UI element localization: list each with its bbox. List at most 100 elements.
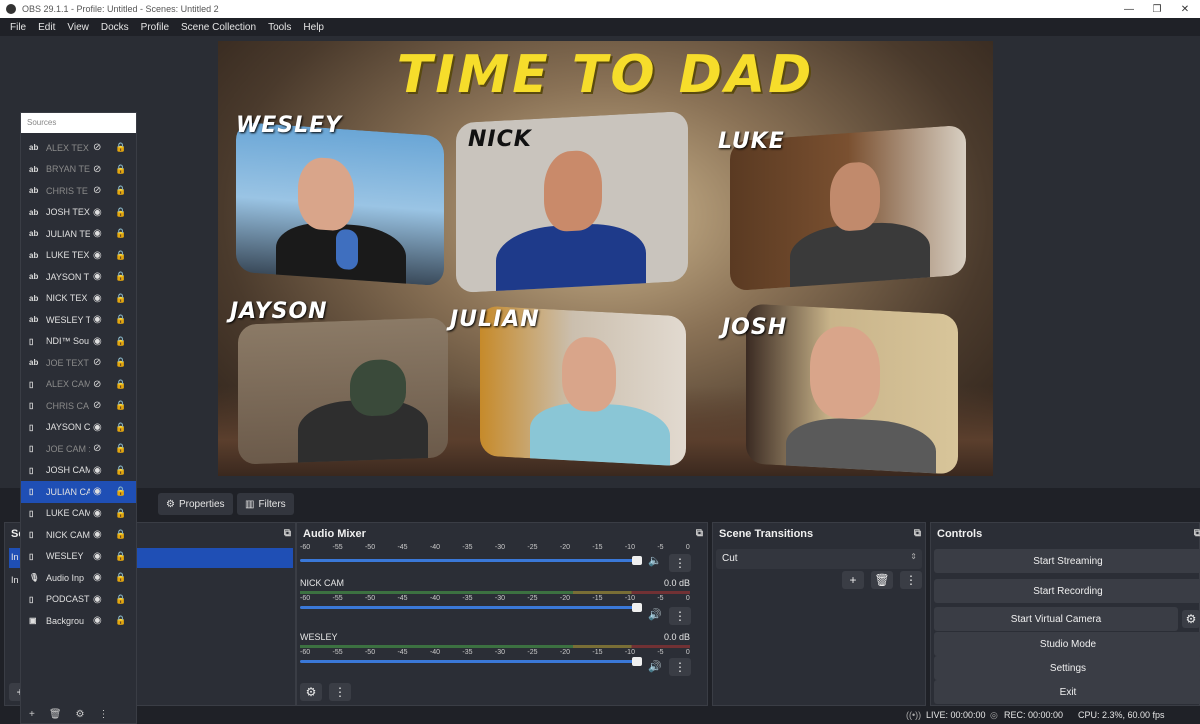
lock-icon[interactable]: 🔒 xyxy=(115,271,126,282)
lock-icon[interactable]: 🔒 xyxy=(115,529,126,540)
speaker-icon[interactable]: 🔊 xyxy=(648,660,662,673)
source-item[interactable]: ▯ WESLEY ◉ 🔒 xyxy=(21,546,136,568)
lock-icon[interactable]: 🔒 xyxy=(115,357,126,368)
speaker-muted-icon[interactable]: 🔈 xyxy=(648,554,662,567)
eye-hidden-icon[interactable]: ⊘ xyxy=(93,400,101,411)
source-item[interactable]: ▯ NICK CAM ◉ 🔒 xyxy=(21,524,136,546)
lock-icon[interactable]: 🔒 xyxy=(115,250,126,261)
trash-icon[interactable]: 🗑 xyxy=(871,571,893,589)
source-item[interactable]: ab JAYSON T ◉ 🔒 xyxy=(21,266,136,288)
lock-icon[interactable]: 🔒 xyxy=(115,142,126,153)
start-streaming-button[interactable]: Start Streaming xyxy=(934,549,1200,573)
track-menu-icon[interactable]: ⋮ xyxy=(669,607,691,625)
source-item[interactable]: ▯ JAYSON C ◉ 🔒 xyxy=(21,417,136,439)
source-item[interactable]: ▯ JOSH CAM ◉ 🔒 xyxy=(21,460,136,482)
add-transition-icon[interactable]: + xyxy=(842,571,864,589)
track-menu-icon[interactable]: ⋮ xyxy=(669,658,691,676)
lock-icon[interactable]: 🔒 xyxy=(115,336,126,347)
eye-icon[interactable]: ◉ xyxy=(93,551,102,562)
volume-slider-knob[interactable] xyxy=(632,556,642,565)
lock-icon[interactable]: 🔒 xyxy=(115,572,126,583)
mixer-settings-icon[interactable]: ⚙ xyxy=(300,683,322,701)
popout-icon[interactable]: ⧉ xyxy=(284,528,291,539)
lock-icon[interactable]: 🔒 xyxy=(115,615,126,626)
source-item[interactable]: ab WESLEY T ◉ 🔒 xyxy=(21,309,136,331)
menu-docks[interactable]: Docks xyxy=(101,22,129,33)
lock-icon[interactable]: 🔒 xyxy=(115,400,126,411)
start-virtual-camera-button[interactable]: Start Virtual Camera xyxy=(934,607,1178,631)
popout-icon[interactable]: ⧉ xyxy=(696,528,703,539)
eye-icon[interactable]: ◉ xyxy=(93,228,102,239)
virtual-camera-settings-icon[interactable]: ⚙ xyxy=(1182,610,1200,628)
gear-icon[interactable]: ⚙ xyxy=(76,709,85,720)
settings-button[interactable]: Settings xyxy=(934,656,1200,680)
lock-icon[interactable]: 🔒 xyxy=(115,486,126,497)
menu-view[interactable]: View xyxy=(67,22,89,33)
popout-icon[interactable]: ⧉ xyxy=(914,528,921,539)
eye-hidden-icon[interactable]: ⊘ xyxy=(93,379,101,390)
eye-icon[interactable]: ◉ xyxy=(93,486,102,497)
eye-icon[interactable]: ◉ xyxy=(93,207,102,218)
program-preview[interactable]: TIME TO DAD WESLEY NICK LUKE JAYSON JULI… xyxy=(218,41,993,476)
popout-icon[interactable]: ⧉ xyxy=(1194,528,1200,539)
studio-mode-button[interactable]: Studio Mode xyxy=(934,632,1200,656)
eye-hidden-icon[interactable]: ⊘ xyxy=(93,164,101,175)
source-item[interactable]: ▣ Backgrou ◉ 🔒 xyxy=(21,610,136,632)
lock-icon[interactable]: 🔒 xyxy=(115,228,126,239)
source-item[interactable]: ab BRYAN TE ⊘ 🔒 xyxy=(21,159,136,181)
track-menu-icon[interactable]: ⋮ xyxy=(669,554,691,572)
speaker-icon[interactable]: 🔊 xyxy=(648,608,662,621)
lock-icon[interactable]: 🔒 xyxy=(115,164,126,175)
source-item[interactable]: ▯ JOE CAM : ⊘ 🔒 xyxy=(21,438,136,460)
eye-hidden-icon[interactable]: ⊘ xyxy=(93,142,101,153)
eye-hidden-icon[interactable]: ⊘ xyxy=(93,443,101,454)
menu-file[interactable]: File xyxy=(10,22,26,33)
lock-icon[interactable]: 🔒 xyxy=(115,207,126,218)
source-item[interactable]: ▯ CHRIS CA ⊘ 🔒 xyxy=(21,395,136,417)
lock-icon[interactable]: 🔒 xyxy=(115,508,126,519)
lock-icon[interactable]: 🔒 xyxy=(115,594,126,605)
exit-button[interactable]: Exit xyxy=(934,680,1200,704)
eye-icon[interactable]: ◉ xyxy=(93,271,102,282)
volume-slider[interactable] xyxy=(300,603,642,612)
source-item[interactable]: ▯ PODCAST ◉ 🔒 xyxy=(21,589,136,611)
source-item[interactable]: ▯ ALEX CAM ⊘ 🔒 xyxy=(21,374,136,396)
menu-edit[interactable]: Edit xyxy=(38,22,55,33)
eye-icon[interactable]: ◉ xyxy=(93,336,102,347)
lock-icon[interactable]: 🔒 xyxy=(115,443,126,454)
source-item[interactable]: 🎙 Audio Inp ◉ 🔒 xyxy=(21,567,136,589)
lock-icon[interactable]: 🔒 xyxy=(115,185,126,196)
menu-profile[interactable]: Profile xyxy=(141,22,169,33)
volume-slider-knob[interactable] xyxy=(632,603,642,612)
menu-tools[interactable]: Tools xyxy=(268,22,291,33)
source-item[interactable]: ab ALEX TEX ⊘ 🔒 xyxy=(21,137,136,159)
lock-icon[interactable]: 🔒 xyxy=(115,465,126,476)
source-item[interactable]: ab JOSH TEXT◉ 🔒 xyxy=(21,202,136,224)
eye-icon[interactable]: ◉ xyxy=(93,615,102,626)
source-item[interactable]: ab LUKE TEX ◉ 🔒 xyxy=(21,245,136,267)
lock-icon[interactable]: 🔒 xyxy=(115,422,126,433)
add-source-icon[interactable]: + xyxy=(29,709,35,720)
eye-icon[interactable]: ◉ xyxy=(93,293,102,304)
transition-menu-icon[interactable]: ⋮ xyxy=(900,571,922,589)
menu-scene-collection[interactable]: Scene Collection xyxy=(181,22,256,33)
eye-icon[interactable]: ◉ xyxy=(93,314,102,325)
source-item[interactable]: ab JOE TEXT ⊘ 🔒 xyxy=(21,352,136,374)
lock-icon[interactable]: 🔒 xyxy=(115,314,126,325)
volume-slider[interactable] xyxy=(300,556,642,565)
properties-button[interactable]: ⚙ Properties xyxy=(158,493,233,515)
eye-icon[interactable]: ◉ xyxy=(93,422,102,433)
eye-icon[interactable]: ◉ xyxy=(93,529,102,540)
source-item[interactable]: ab JULIAN TE ◉ 🔒 xyxy=(21,223,136,245)
volume-slider-knob[interactable] xyxy=(632,657,642,666)
menu-help[interactable]: Help xyxy=(303,22,324,33)
eye-icon[interactable]: ◉ xyxy=(93,572,102,583)
lock-icon[interactable]: 🔒 xyxy=(115,379,126,390)
source-item[interactable]: ab CHRIS TE ⊘ 🔒 xyxy=(21,180,136,202)
close-icon[interactable]: ✕ xyxy=(1168,0,1200,18)
eye-icon[interactable]: ◉ xyxy=(93,508,102,519)
lock-icon[interactable]: 🔒 xyxy=(115,293,126,304)
lock-icon[interactable]: 🔒 xyxy=(115,551,126,562)
transition-select[interactable]: Cut ⇕ xyxy=(716,549,922,569)
more-icon[interactable]: ⋮ xyxy=(99,709,109,720)
